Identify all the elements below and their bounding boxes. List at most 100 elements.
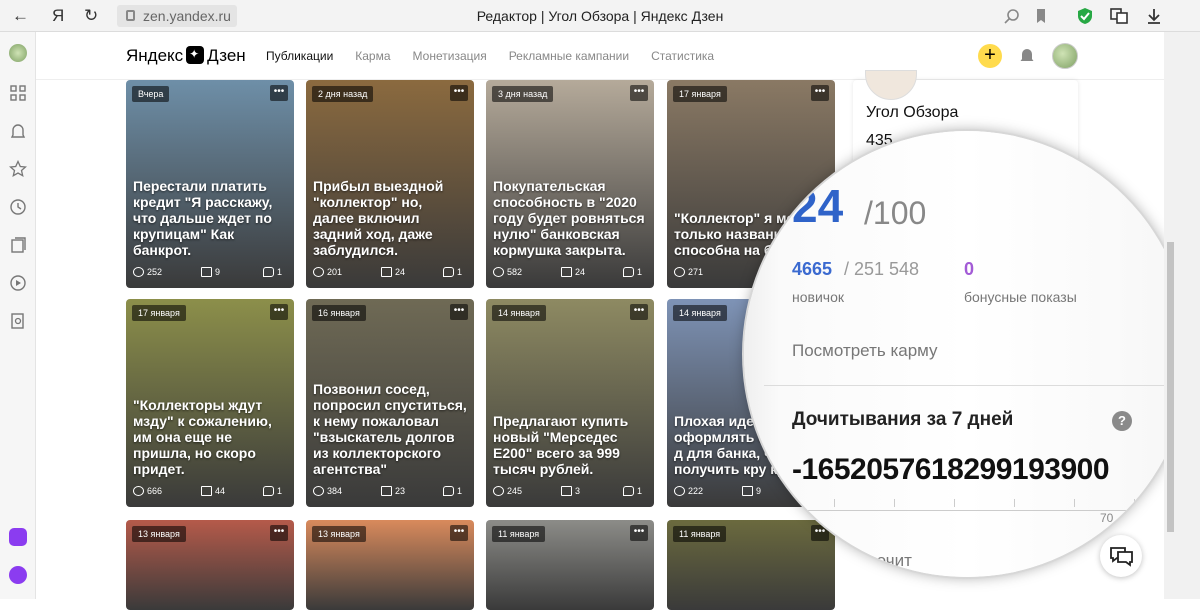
- user-avatar[interactable]: [1052, 43, 1078, 69]
- publication-card[interactable]: 2 дня назад ••• Прибыл выездной "коллектор…: [306, 80, 474, 288]
- karma-value: 24: [792, 180, 844, 232]
- bookmark-icon[interactable]: [1032, 7, 1050, 25]
- card-stats: [493, 588, 647, 602]
- publication-card[interactable]: 17 января ••• "Коллекторы ждут мзду" к сож…: [126, 299, 294, 507]
- views-eye-icon: [313, 267, 324, 277]
- views-eye-icon: [493, 486, 504, 496]
- messenger-app-icon[interactable]: [9, 528, 27, 546]
- reads-count: 9: [215, 267, 221, 277]
- publication-card[interactable]: 13 января •••: [126, 520, 294, 610]
- card-more-icon[interactable]: •••: [270, 525, 288, 541]
- card-date: 3 дня назад: [492, 86, 554, 102]
- card-more-icon[interactable]: •••: [811, 85, 829, 101]
- comments-stat: 1: [263, 267, 282, 277]
- card-title: Прибыл выездной "коллектор" но, далее вк…: [313, 178, 444, 258]
- views-eye-icon: [674, 486, 685, 496]
- newcomers-value: 4665: [792, 259, 833, 279]
- card-more-icon[interactable]: •••: [270, 85, 288, 101]
- view-karma-link[interactable]: Посмотреть карму: [792, 341, 938, 361]
- comment-icon: [263, 267, 274, 277]
- goal-text: кении 7000 дочит: [774, 551, 912, 570]
- alice-assistant-icon[interactable]: [9, 566, 27, 584]
- card-more-icon[interactable]: •••: [450, 304, 468, 320]
- views-count: 222: [688, 486, 704, 496]
- menu-monetization[interactable]: Монетизация: [413, 49, 487, 63]
- search-page-icon[interactable]: [1003, 7, 1021, 25]
- views-stat: 384: [313, 486, 342, 496]
- reads-stat: 24: [381, 267, 405, 277]
- card-more-icon[interactable]: •••: [450, 85, 468, 101]
- search-doc-icon[interactable]: [9, 312, 27, 330]
- video-play-icon[interactable]: [9, 274, 27, 292]
- comments-count: 1: [277, 486, 283, 496]
- profile-avatar-icon[interactable]: [9, 44, 27, 62]
- views-eye-icon: [133, 267, 144, 277]
- lens-content: 24 /100 4665 / 251 548 новичок 0 бонусны…: [744, 131, 1190, 577]
- menu-statistics[interactable]: Статистика: [651, 49, 714, 63]
- card-title: "Коллекторы ждут мзду" к сожалению, им о…: [133, 397, 272, 477]
- publication-card[interactable]: 11 января •••: [486, 520, 654, 610]
- support-chat-button[interactable]: [1100, 535, 1142, 577]
- card-date: 11 января: [492, 526, 546, 542]
- publication-card[interactable]: 14 января ••• Предлагают купить новый "Мер…: [486, 299, 654, 507]
- reads-count: 44: [215, 486, 226, 496]
- views-count: 201: [327, 267, 343, 277]
- publication-card[interactable]: 16 января ••• Позвонил сосед, попросил спу…: [306, 299, 474, 507]
- card-more-icon[interactable]: •••: [450, 525, 468, 541]
- reads-count: 24: [395, 267, 406, 277]
- views-count: 271: [688, 267, 704, 277]
- favorites-star-icon[interactable]: [9, 160, 27, 178]
- reads-stat: 23: [381, 486, 405, 496]
- card-more-icon[interactable]: •••: [630, 85, 648, 101]
- card-date: 14 января: [673, 305, 727, 321]
- history-clock-icon[interactable]: [9, 198, 27, 216]
- notifications-bell-icon[interactable]: [9, 122, 27, 140]
- menu-publications[interactable]: Публикации: [266, 49, 333, 63]
- card-date: 14 января: [492, 305, 546, 321]
- card-title: Покупательская способность в "2020 году …: [493, 178, 645, 258]
- menu-ad-campaigns[interactable]: Рекламные кампании: [509, 49, 629, 63]
- card-date: 17 января: [673, 86, 727, 102]
- card-more-icon[interactable]: •••: [630, 304, 648, 320]
- apps-grid-icon[interactable]: [9, 84, 27, 102]
- reads-count: 24: [575, 267, 586, 277]
- scrollbar-thumb[interactable]: [1167, 242, 1174, 532]
- comments-stat: 1: [623, 486, 642, 496]
- channel-avatar[interactable]: [865, 70, 917, 100]
- comments-stat: 1: [263, 486, 282, 496]
- page-scrollbar[interactable]: [1164, 32, 1200, 599]
- card-more-icon[interactable]: •••: [270, 304, 288, 320]
- comment-icon: [623, 486, 634, 496]
- help-icon[interactable]: ?: [1112, 411, 1132, 431]
- download-icon[interactable]: [1145, 7, 1163, 25]
- publication-card[interactable]: 3 дня назад ••• Покупательская способность…: [486, 80, 654, 288]
- card-more-icon[interactable]: •••: [630, 525, 648, 541]
- reads-count: 23: [395, 486, 406, 496]
- publication-card[interactable]: 13 января •••: [306, 520, 474, 610]
- bell-icon[interactable]: [1020, 47, 1034, 63]
- translate-icon[interactable]: [1110, 7, 1128, 25]
- views-count: 245: [507, 486, 523, 496]
- browser-toolbar: ← Я ↻ zen.yandex.ru Редактор | Угол Обзо…: [0, 0, 1200, 32]
- create-plus-button[interactable]: +: [978, 44, 1002, 68]
- views-stat: 271: [674, 267, 703, 277]
- menu-karma[interactable]: Карма: [355, 49, 390, 63]
- views-stat: 245: [493, 486, 522, 496]
- collections-icon[interactable]: [9, 236, 27, 254]
- comments-count: 1: [637, 486, 643, 496]
- newcomers-total: / 251 548: [844, 259, 920, 279]
- reads-stat: 3: [561, 486, 580, 496]
- comments-count: 1: [637, 267, 643, 277]
- chat-bubble-icon: [1110, 547, 1133, 567]
- reads-book-icon: [381, 486, 392, 496]
- card-stats: 252 9 1: [133, 266, 287, 280]
- card-date: 13 января: [312, 526, 366, 542]
- views-count: 252: [147, 267, 163, 277]
- publication-card[interactable]: Вчера ••• Перестали платить кредит "Я расс…: [126, 80, 294, 288]
- protect-shield-icon[interactable]: [1076, 7, 1094, 25]
- reads-book-icon: [201, 486, 212, 496]
- yandex-zen-logo[interactable]: Яндекс Дзен: [126, 46, 246, 66]
- bonus-value: 0: [964, 259, 975, 279]
- bonus-label: бонусные показы: [964, 289, 1077, 305]
- reads-7days-label: Дочитывания за 7 дней: [792, 409, 1014, 430]
